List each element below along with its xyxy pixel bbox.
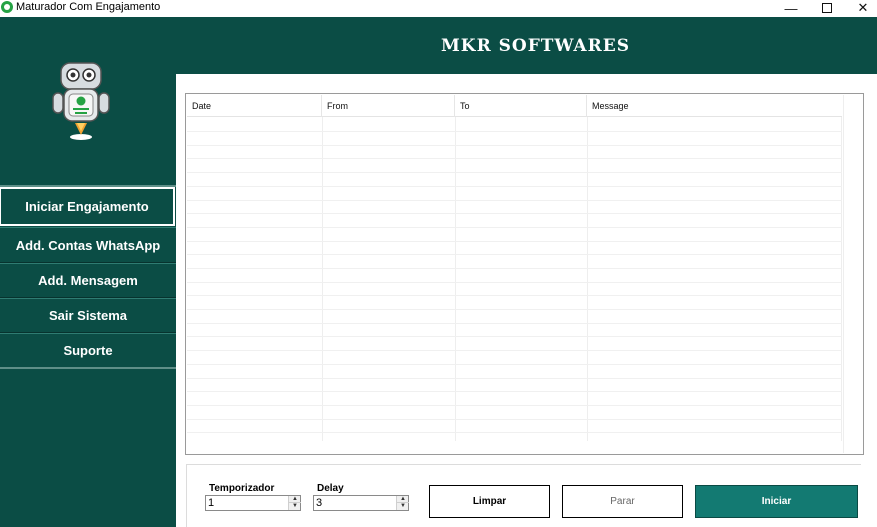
stepper-down-icon[interactable]: ▼	[397, 503, 409, 510]
sidebar: Iniciar Engajamento Add. Contas WhatsApp…	[0, 17, 176, 527]
row-gridline	[187, 419, 842, 420]
controls-panel: Temporizador 1 ▲ ▼ Delay 3 ▲ ▼ Limpar Pa…	[186, 464, 861, 527]
row-gridline	[187, 268, 842, 269]
iniciar-button[interactable]: Iniciar	[695, 485, 858, 518]
row-gridline	[187, 213, 842, 214]
row-gridline	[187, 200, 842, 201]
minimize-button[interactable]: —	[774, 0, 808, 16]
parar-button[interactable]: Parar	[562, 485, 683, 518]
row-gridline	[187, 405, 842, 406]
spin-buttons: ▲ ▼	[396, 496, 409, 510]
row-gridline	[187, 350, 842, 351]
row-gridline	[187, 254, 842, 255]
stepper-up-icon[interactable]: ▲	[397, 496, 409, 503]
column-header-to[interactable]: To	[455, 95, 587, 117]
spin-buttons: ▲ ▼	[288, 496, 301, 510]
row-gridline	[187, 323, 842, 324]
row-gridline	[187, 131, 842, 132]
delay-stepper[interactable]: 3 ▲ ▼	[313, 495, 409, 511]
temporizador-stepper[interactable]: 1 ▲ ▼	[205, 495, 301, 511]
vertical-scrollbar[interactable]	[843, 95, 862, 453]
column-header-message[interactable]: Message	[587, 95, 842, 117]
row-gridline	[187, 378, 842, 379]
temporizador-value[interactable]: 1	[208, 497, 214, 509]
row-gridline	[187, 336, 842, 337]
close-button[interactable]: ✕	[846, 0, 877, 16]
brand-title: MKR SOFTWARES	[440, 36, 630, 56]
window-title: Maturador Com Engajamento	[16, 1, 161, 13]
stepper-down-icon[interactable]: ▼	[289, 503, 301, 510]
row-gridline	[187, 145, 842, 146]
row-gridline	[187, 432, 842, 433]
header-bar: MKR SOFTWARES	[176, 17, 877, 74]
nav-divider	[0, 367, 176, 369]
temporizador-label: Temporizador	[209, 483, 275, 494]
delay-value[interactable]: 3	[316, 497, 322, 509]
robot-mascot-icon	[52, 62, 110, 140]
sidebar-item-iniciar-engajamento[interactable]: Iniciar Engajamento	[0, 187, 175, 226]
row-gridline	[187, 364, 842, 365]
row-gridline	[187, 158, 842, 159]
title-bar: Maturador Com Engajamento — ✕	[0, 0, 877, 16]
row-gridline	[187, 282, 842, 283]
maximize-icon	[822, 3, 832, 13]
row-gridline	[187, 227, 842, 228]
row-gridline	[187, 391, 842, 392]
column-divider	[322, 117, 323, 441]
column-divider	[455, 117, 456, 441]
sidebar-item-add-contas-whatsapp[interactable]: Add. Contas WhatsApp	[0, 227, 176, 263]
sidebar-item-add-mensagem[interactable]: Add. Mensagem	[0, 263, 176, 298]
maximize-button[interactable]	[810, 0, 844, 16]
column-header-from[interactable]: From	[322, 95, 455, 117]
column-divider	[841, 117, 842, 441]
whatsapp-icon	[1, 1, 13, 13]
sidebar-item-sair-sistema[interactable]: Sair Sistema	[0, 298, 176, 333]
table-body: Date From To Message	[187, 95, 842, 441]
table-header: Date From To Message	[187, 95, 842, 117]
limpar-button[interactable]: Limpar	[429, 485, 550, 518]
column-divider	[587, 117, 588, 441]
sidebar-item-suporte[interactable]: Suporte	[0, 333, 176, 368]
row-gridline	[187, 172, 842, 173]
delay-label: Delay	[317, 483, 344, 494]
column-header-date[interactable]: Date	[187, 95, 322, 117]
row-gridline	[187, 295, 842, 296]
row-gridline	[187, 309, 842, 310]
row-gridline	[187, 186, 842, 187]
stepper-up-icon[interactable]: ▲	[289, 496, 301, 503]
message-log-table[interactable]: Date From To Message	[185, 93, 864, 455]
main-window: Iniciar Engajamento Add. Contas WhatsApp…	[0, 17, 877, 527]
row-gridline	[187, 241, 842, 242]
